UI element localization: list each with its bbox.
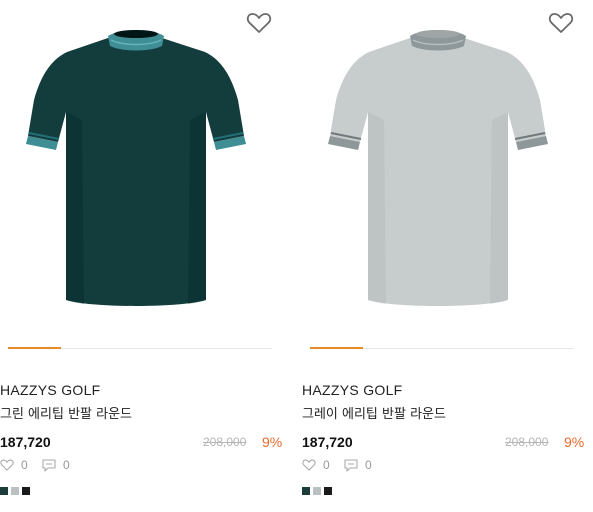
discount-rate: 9% [564, 434, 585, 450]
color-swatches [0, 487, 30, 495]
image-carousel-progress [8, 347, 272, 349]
product-image[interactable] [302, 0, 586, 330]
product-name[interactable]: 그린 에리팁 반팔 라운드 [0, 403, 132, 422]
progress-fill [310, 347, 363, 349]
brand-name[interactable]: HAZZYS GOLF [302, 382, 403, 398]
heart-outline-icon [302, 459, 316, 471]
discount-rate: 9% [262, 434, 283, 450]
original-price: 208,000 [203, 435, 247, 449]
product-name[interactable]: 그레이 에리팁 반팔 라운드 [302, 403, 446, 422]
like-count-value: 0 [323, 458, 330, 472]
brand-name[interactable]: HAZZYS GOLF [0, 382, 101, 398]
heart-outline-icon [0, 459, 14, 471]
wishlist-heart-icon[interactable] [246, 11, 272, 35]
color-swatch[interactable] [302, 487, 310, 495]
color-swatch[interactable] [313, 487, 321, 495]
speech-bubble-icon [42, 458, 56, 472]
tshirt-image [328, 30, 548, 306]
review-count[interactable]: 0 [344, 457, 372, 473]
speech-bubble-icon [344, 458, 358, 472]
sale-price: 187,720 [0, 434, 51, 450]
color-swatch[interactable] [0, 487, 8, 495]
color-swatch[interactable] [324, 487, 332, 495]
wishlist-heart-icon[interactable] [548, 11, 574, 35]
original-price: 208,000 [505, 435, 549, 449]
like-count[interactable]: 0 [0, 457, 28, 473]
sale-price: 187,720 [302, 434, 353, 450]
product-image[interactable] [0, 0, 284, 330]
review-count[interactable]: 0 [42, 457, 70, 473]
color-swatch[interactable] [22, 487, 30, 495]
review-count-value: 0 [365, 458, 372, 472]
tshirt-image [26, 30, 246, 306]
review-count-value: 0 [63, 458, 70, 472]
progress-fill [8, 347, 61, 349]
color-swatch[interactable] [11, 487, 19, 495]
product-card[interactable]: HAZZYS GOLF 그린 에리팁 반팔 라운드 187,720 208,00… [0, 0, 284, 512]
image-carousel-progress [310, 347, 574, 349]
like-count-value: 0 [21, 458, 28, 472]
color-swatches [302, 487, 332, 495]
product-card[interactable]: HAZZYS GOLF 그레이 에리팁 반팔 라운드 187,720 208,0… [302, 0, 586, 512]
like-count[interactable]: 0 [302, 457, 330, 473]
